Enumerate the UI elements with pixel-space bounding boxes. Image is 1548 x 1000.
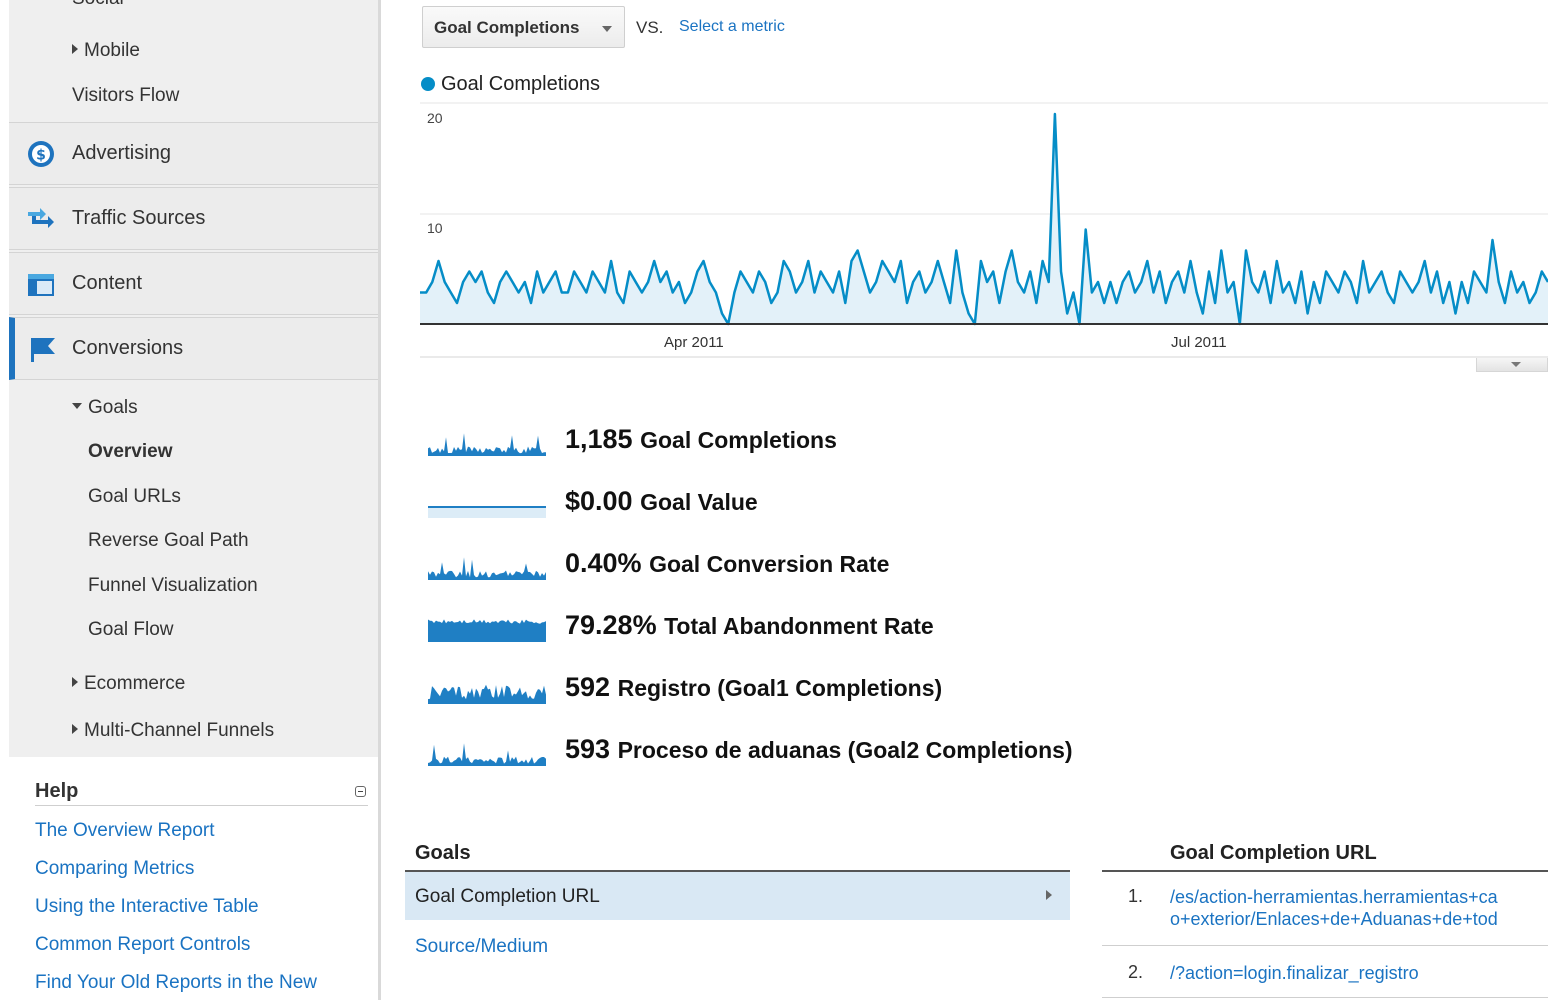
sparkline [428,684,546,704]
sparkline [428,433,546,456]
sidebar-section-label: Advertising [72,142,171,164]
expand-arrow-icon [72,723,78,734]
metric-value: 0.40% [565,548,642,578]
goals-row-goal-completion-url[interactable]: Goal Completion URL [405,872,1070,920]
metric-dropdown[interactable]: Goal Completions [422,6,625,48]
table-row: 1. /es/action-herramientas.herramientas+… [1102,876,1548,946]
chart-legend: Goal Completions [421,73,600,96]
collapse-arrow-icon [72,402,82,409]
row-number: 1. [1128,886,1144,906]
sidebar-item-ecommerce[interactable]: Ecommerce [72,673,185,695]
help-title: Help [35,780,368,806]
select-metric-link[interactable]: Select a metric [679,18,785,36]
dollar-circle-icon: $ [28,141,54,167]
collapse-icon[interactable] [355,786,366,797]
url-link[interactable]: /es/action-herramientas.herramientas+ca o… [1170,886,1498,930]
metric-label: Total Abandonment Rate [664,613,934,639]
metric-label: Registro (Goal1 Completions) [617,675,943,701]
sidebar-section-label: Content [72,272,143,294]
sidebar-item-reverse-goal-path[interactable]: Reverse Goal Path [88,530,249,552]
x-tick-label: Jul 2011 [1171,334,1227,351]
expand-arrow-icon [72,43,78,54]
sidebar-item-mobile[interactable]: Mobile [72,40,140,62]
y-tick-label: 10 [427,220,443,236]
sidebar-item-goals[interactable]: Goals [72,397,138,419]
sidebar-section-label: Conversions [72,337,184,359]
help-link[interactable]: Find Your Old Reports in the New [35,972,317,994]
sparkline [428,619,546,642]
metric-label: Goal Completions [640,427,837,453]
series-area [420,114,1548,324]
metric-value: 79.28% [565,610,657,640]
help-link[interactable]: Comparing Metrics [35,858,194,880]
sidebar-section-label: Traffic Sources [72,207,206,229]
x-tick-label: Apr 2011 [664,334,724,351]
sidebar-item-visitors-flow[interactable]: Visitors Flow [72,85,179,107]
chevron-down-icon [602,26,612,32]
sparkline [428,743,546,766]
legend-dot-icon [421,77,435,91]
vs-label: VS. [636,18,664,37]
metric-label: Goal Value [640,489,758,515]
sparkline-area [428,557,546,580]
sparkline-area [428,684,546,704]
flag-icon [31,338,55,362]
help-link[interactable]: The Overview Report [35,820,215,842]
help-link[interactable]: Using the Interactive Table [35,896,259,918]
metric-value: 1,185 [565,424,633,454]
chevron-right-icon [1046,890,1052,900]
row-number: 2. [1128,962,1144,982]
sparkline [428,557,546,580]
url-link[interactable]: /?action=login.finalizar_registro [1170,962,1419,984]
metric-value: 592 [565,672,611,702]
goals-row-source-medium[interactable]: Source/Medium [415,936,548,958]
sparkline-area [428,507,546,518]
sparkline-area [428,433,546,456]
sidebar-section-content[interactable]: Content [9,252,378,315]
sidebar-item-goal-flow[interactable]: Goal Flow [88,619,174,641]
sparkline [428,506,546,518]
table-row: 2. /?action=login.finalizar_registro [1102,946,1548,998]
goals-table-header: Goals [405,842,1070,872]
sidebar-item-multi-channel-funnels[interactable]: Multi-Channel Funnels [72,720,274,742]
metric-label: Goal Conversion Rate [649,551,890,577]
sparkline-area [428,619,546,642]
metric-value: 593 [565,734,611,764]
sparkline-area [428,743,546,766]
sidebar-item-social[interactable]: Social [72,0,124,10]
y-tick-label: 20 [427,110,443,126]
metric-label: Proceso de aduanas (Goal2 Completions) [617,737,1073,763]
sidebar-item-overview[interactable]: Overview [88,441,173,463]
url-table-header: Goal Completion URL [1102,842,1548,872]
metric-value: $0.00 [565,486,633,516]
sidebar: Social Mobile Visitors Flow $ Advertisin… [9,0,378,1000]
window-icon [28,274,54,296]
expand-arrow-icon [72,676,78,687]
svg-text:$: $ [36,148,46,164]
sidebar-section-advertising[interactable]: $ Advertising [9,122,378,185]
sidebar-item-funnel-visualization[interactable]: Funnel Visualization [88,575,258,597]
help-link[interactable]: Common Report Controls [35,934,250,956]
goal-completions-chart[interactable]: 20 10 Apr 2011 Jul 2011 [420,100,1548,358]
sidebar-section-conversions[interactable]: Conversions [9,317,378,380]
chart-options-toggle[interactable] [1476,358,1548,372]
sidebar-section-traffic-sources[interactable]: Traffic Sources [9,187,378,250]
sidebar-item-goal-urls[interactable]: Goal URLs [88,486,181,508]
arrows-icon [28,208,54,228]
